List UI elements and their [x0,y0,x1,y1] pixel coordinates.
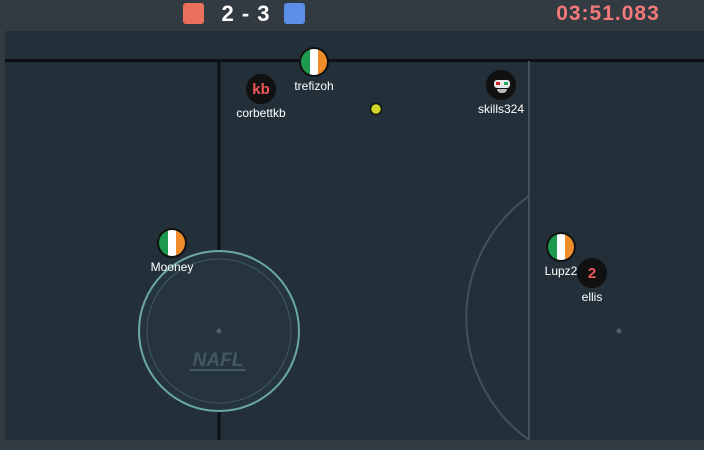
avatar-text-badge: kb [246,74,276,104]
bottom-border [0,440,704,450]
avatar-text: 2 [587,264,597,282]
player-name: corbettkb [236,106,286,120]
ireland-flag-icon [157,228,187,258]
player-name: skills324 [477,102,525,116]
player-name: ellis [581,290,603,304]
player-name: Mooney [150,260,194,274]
ireland-flag-icon [299,47,329,77]
svg-text:NAFL: NAFL [193,350,244,371]
avatar-text: kb [252,80,270,98]
nafl-watermark: NAFL [190,350,246,371]
ball[interactable] [369,102,383,116]
mask-icon [486,70,516,100]
center-spot [216,328,222,334]
ireland-flag-icon [546,232,576,262]
avatar-text-badge: 2 [577,258,607,288]
game-field: NAFL [0,31,704,450]
penalty-spot [616,328,622,334]
